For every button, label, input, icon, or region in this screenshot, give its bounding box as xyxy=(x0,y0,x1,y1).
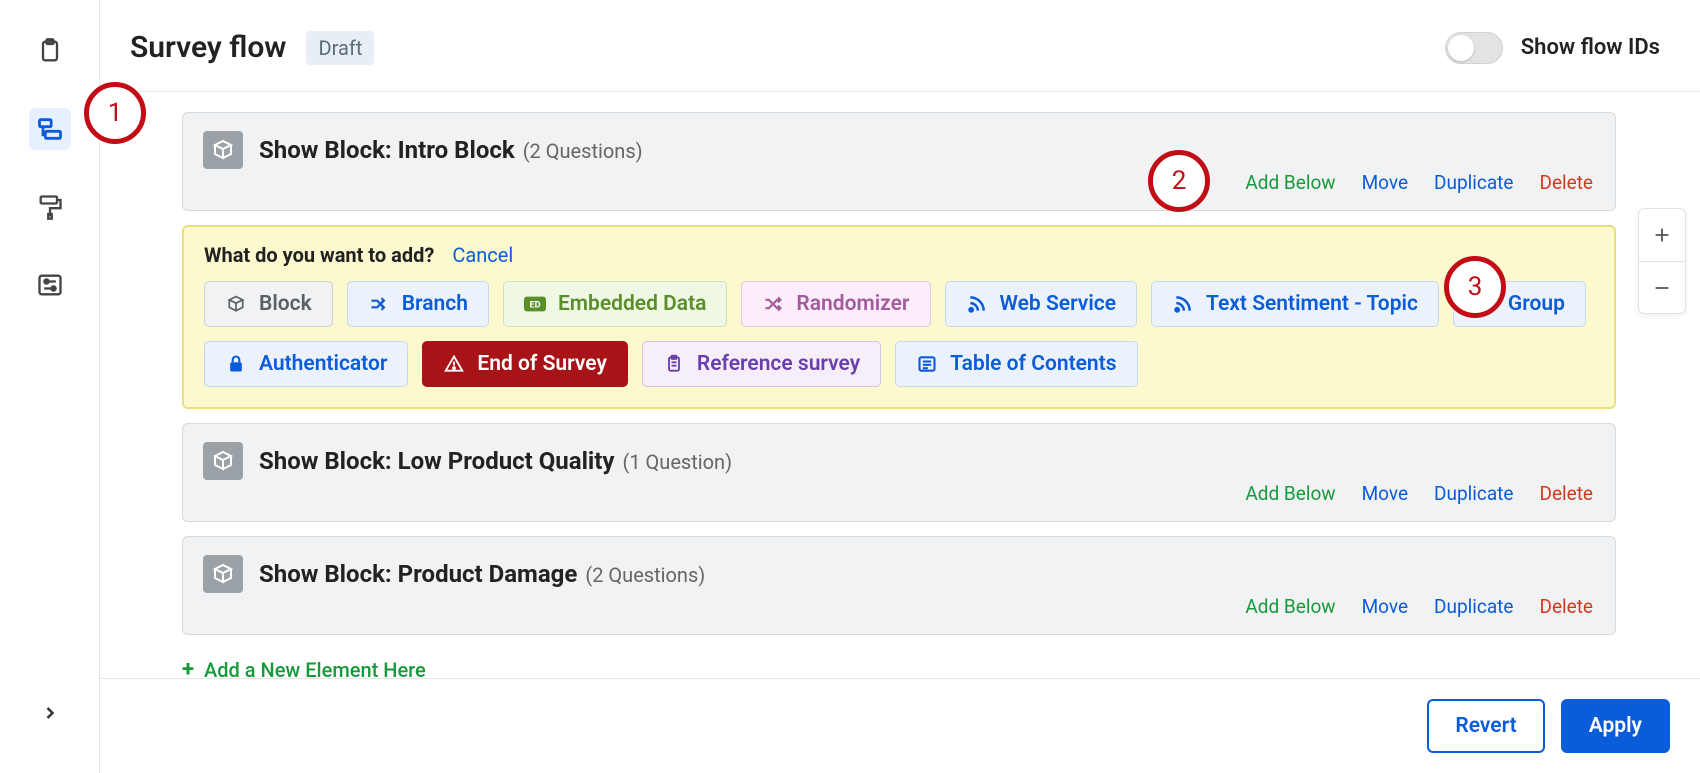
delete-button[interactable]: Delete xyxy=(1539,482,1593,505)
block-question-count: (1 Question) xyxy=(622,450,732,474)
zoom-in-button[interactable] xyxy=(1639,209,1685,261)
elem-authenticator[interactable]: Authenticator xyxy=(204,341,408,387)
block-title: Show Block: Low Product Quality xyxy=(259,447,614,475)
add-element-panel: What do you want to add? Cancel Block Br… xyxy=(182,225,1616,409)
plus-icon: + xyxy=(182,657,194,678)
flow-icon xyxy=(36,115,64,143)
elem-table-of-contents[interactable]: Table of Contents xyxy=(895,341,1137,387)
flow-canvas: Show Block: Intro Block (2 Questions) Ad… xyxy=(100,92,1700,678)
cube-icon xyxy=(225,293,247,315)
elem-randomizer[interactable]: Randomizer xyxy=(741,281,930,327)
move-button[interactable]: Move xyxy=(1362,482,1408,505)
elem-embedded-data[interactable]: ED Embedded Data xyxy=(503,281,727,327)
sliders-icon xyxy=(36,271,64,299)
duplicate-button[interactable]: Duplicate xyxy=(1434,171,1513,194)
elem-reference-survey[interactable]: Reference survey xyxy=(642,341,881,387)
rss-icon xyxy=(966,293,988,315)
elem-text-sentiment[interactable]: Text Sentiment - Topic xyxy=(1151,281,1439,327)
flow-block[interactable]: Show Block: Intro Block (2 Questions) Ad… xyxy=(182,112,1616,211)
flow-block[interactable]: Show Block: Product Damage (2 Questions)… xyxy=(182,536,1616,635)
block-question-count: (2 Questions) xyxy=(523,139,643,163)
add-new-element-here[interactable]: + Add a New Element Here xyxy=(182,657,1616,678)
move-button[interactable]: Move xyxy=(1362,171,1408,194)
folder-icon xyxy=(1474,293,1496,315)
apply-button[interactable]: Apply xyxy=(1561,699,1670,753)
warning-icon xyxy=(443,353,465,375)
plus-icon xyxy=(1651,224,1673,246)
list-icon xyxy=(916,353,938,375)
add-below-button[interactable]: Add Below xyxy=(1245,171,1335,194)
elem-branch[interactable]: Branch xyxy=(347,281,489,327)
cube-icon xyxy=(211,138,235,162)
footer: Revert Apply xyxy=(100,678,1700,773)
page-title: Survey flow xyxy=(130,30,286,65)
add-here-label: Add a New Element Here xyxy=(204,658,426,679)
sidebar-expand[interactable] xyxy=(40,703,60,723)
block-icon xyxy=(203,131,243,169)
status-badge: Draft xyxy=(306,31,374,65)
delete-button[interactable]: Delete xyxy=(1539,595,1593,618)
block-icon xyxy=(203,555,243,593)
add-below-button[interactable]: Add Below xyxy=(1245,595,1335,618)
cancel-add-button[interactable]: Cancel xyxy=(452,243,513,267)
clipboard-icon xyxy=(36,37,64,65)
duplicate-button[interactable]: Duplicate xyxy=(1434,482,1513,505)
sidebar-item-builder[interactable] xyxy=(29,30,71,72)
elem-group[interactable]: Group xyxy=(1453,281,1586,327)
elem-web-service[interactable]: Web Service xyxy=(945,281,1138,327)
cube-icon xyxy=(211,562,235,586)
paint-roller-icon xyxy=(36,193,64,221)
block-title: Show Block: Product Damage xyxy=(259,560,577,588)
header: Survey flow Draft Show flow IDs xyxy=(100,0,1700,92)
move-button[interactable]: Move xyxy=(1362,595,1408,618)
sidebar-item-options[interactable] xyxy=(29,264,71,306)
show-flow-ids-label: Show flow IDs xyxy=(1521,35,1660,60)
delete-button[interactable]: Delete xyxy=(1539,171,1593,194)
shuffle-icon xyxy=(762,293,784,315)
show-flow-ids-toggle[interactable] xyxy=(1445,32,1503,64)
switch-knob xyxy=(1448,35,1474,61)
zoom-out-button[interactable] xyxy=(1639,261,1685,313)
minus-icon xyxy=(1651,277,1673,299)
main-area: Survey flow Draft Show flow IDs xyxy=(100,0,1700,773)
block-title: Show Block: Intro Block xyxy=(259,136,515,164)
clipboard-icon xyxy=(663,353,685,375)
svg-text:ED: ED xyxy=(529,301,540,311)
flow-block[interactable]: Show Block: Low Product Quality (1 Quest… xyxy=(182,423,1616,522)
chevron-right-icon xyxy=(40,703,60,723)
rss-icon xyxy=(1172,293,1194,315)
elem-end-of-survey[interactable]: End of Survey xyxy=(422,341,627,387)
sidebar-item-flow[interactable] xyxy=(29,108,71,150)
block-question-count: (2 Questions) xyxy=(585,563,705,587)
block-icon xyxy=(203,442,243,480)
sidebar xyxy=(0,0,100,773)
elem-block[interactable]: Block xyxy=(204,281,333,327)
zoom-controls xyxy=(1638,208,1686,314)
duplicate-button[interactable]: Duplicate xyxy=(1434,595,1513,618)
cube-icon xyxy=(211,449,235,473)
ed-badge-icon: ED xyxy=(524,293,546,315)
lock-icon xyxy=(225,353,247,375)
add-below-button[interactable]: Add Below xyxy=(1245,482,1335,505)
add-prompt: What do you want to add? xyxy=(204,243,434,267)
sidebar-item-look-feel[interactable] xyxy=(29,186,71,228)
revert-button[interactable]: Revert xyxy=(1427,699,1544,753)
branch-icon xyxy=(368,293,390,315)
